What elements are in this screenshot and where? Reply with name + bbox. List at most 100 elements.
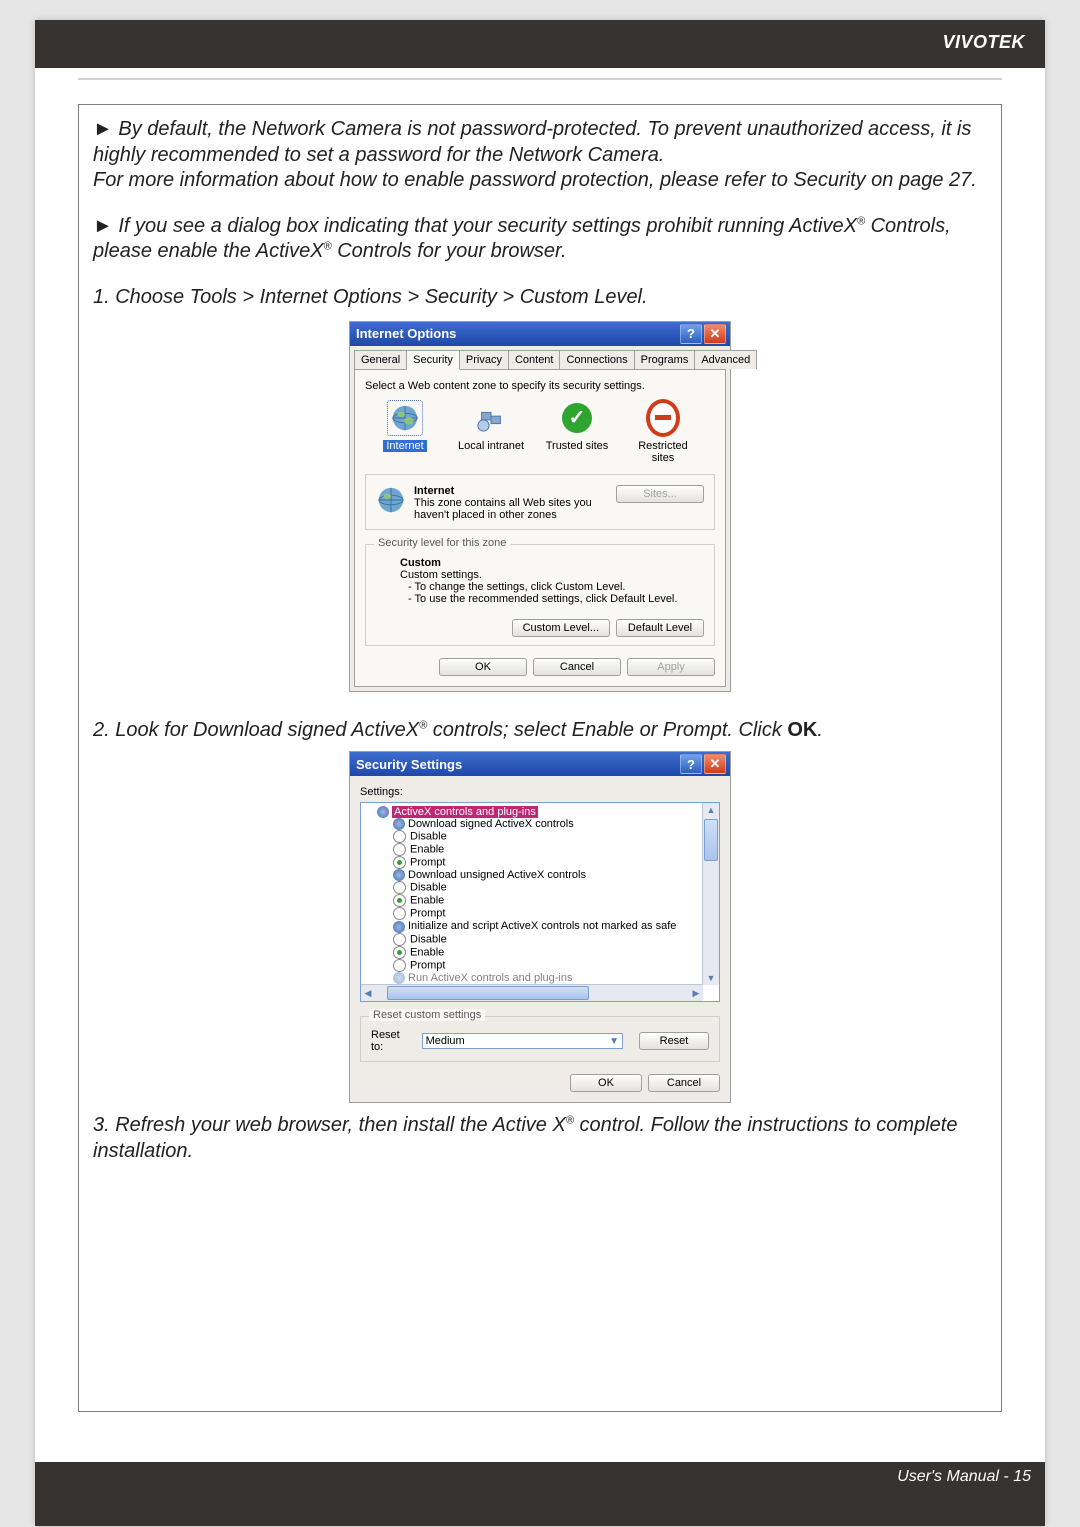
bullet-2-pre: If you see a dialog box indicating that … — [118, 215, 857, 237]
help-icon[interactable]: ? — [680, 754, 702, 774]
step-3-pre: 3. Refresh your web browser, then instal… — [93, 1114, 566, 1136]
gear-icon — [393, 972, 405, 984]
step-1: 1. Choose Tools > Internet Options > Sec… — [93, 285, 987, 311]
dialog-titlebar[interactable]: Internet Options ? ✕ — [350, 322, 730, 346]
tab-body: Select a Web content zone to specify its… — [354, 370, 726, 687]
trusted-icon: ✓ — [559, 400, 595, 436]
globe-icon — [376, 485, 406, 518]
apply-button[interactable]: Apply — [627, 658, 715, 676]
security-level-legend: Security level for this zone — [374, 537, 510, 549]
ok-button[interactable]: OK — [439, 658, 527, 676]
dialog-titlebar[interactable]: Security Settings ? ✕ — [350, 752, 730, 776]
tab-programs[interactable]: Programs — [634, 350, 696, 369]
scrollbar-vertical[interactable]: ▲ ▼ — [702, 803, 719, 985]
restricted-icon — [645, 400, 681, 436]
scroll-up-icon[interactable]: ▲ — [704, 803, 718, 817]
custom-line2: - To use the recommended settings, click… — [400, 593, 700, 605]
step-2-end: . — [817, 719, 823, 741]
tab-security[interactable]: Security — [406, 350, 460, 370]
radio-disable[interactable] — [393, 830, 406, 843]
radio-enable[interactable] — [393, 843, 406, 856]
zone-restricted[interactable]: Restricted sites — [627, 400, 699, 464]
brand-logo: VIVOTEK — [942, 32, 1025, 53]
scroll-right-icon[interactable]: ▶ — [689, 986, 703, 1000]
dialog-title: Internet Options — [356, 326, 456, 341]
item-init-script: Initialize and script ActiveX controls n… — [408, 920, 676, 932]
ok-button[interactable]: OK — [570, 1074, 642, 1092]
zone-info-title: Internet — [414, 485, 608, 497]
bullet-2: If you see a dialog box indicating that … — [93, 214, 987, 265]
zone-internet[interactable]: Internet — [369, 400, 441, 464]
page-header: VIVOTEK — [35, 20, 1045, 68]
tab-general[interactable]: General — [354, 350, 407, 369]
bullet-1-text-b: For more information about how to enable… — [93, 169, 977, 191]
close-icon[interactable]: ✕ — [704, 754, 726, 774]
note-box: By default, the Network Camera is not pa… — [78, 104, 1002, 1412]
item-run-activex: Run ActiveX controls and plug-ins — [408, 972, 572, 984]
zone-restricted-label: Restricted sites — [627, 440, 699, 464]
reset-fieldset: Reset custom settings Reset to: Medium ▼… — [360, 1016, 720, 1062]
custom-level-button[interactable]: Custom Level... — [512, 619, 610, 637]
bullet-1-text-a: By default, the Network Camera is not pa… — [93, 118, 971, 166]
radio-prompt[interactable] — [393, 856, 406, 869]
intro-text: Select a Web content zone to specify its… — [365, 380, 715, 392]
settings-listbox[interactable]: ActiveX controls and plug-ins Download s… — [360, 802, 720, 1002]
radio-enable[interactable] — [393, 946, 406, 959]
local-intranet-icon — [473, 400, 509, 436]
gear-icon — [377, 806, 389, 818]
custom-title: Custom — [400, 557, 700, 569]
reset-legend: Reset custom settings — [369, 1009, 485, 1021]
scrollbar-horizontal[interactable]: ◀ ▶ — [361, 984, 703, 1001]
tab-privacy[interactable]: Privacy — [459, 350, 509, 369]
scroll-down-icon[interactable]: ▼ — [704, 971, 718, 985]
sites-button[interactable]: Sites... — [616, 485, 704, 503]
scroll-thumb[interactable] — [387, 986, 589, 1000]
zone-trusted-label: Trusted sites — [546, 440, 609, 452]
custom-sub: Custom settings. — [400, 569, 700, 581]
radio-prompt[interactable] — [393, 959, 406, 972]
cancel-button[interactable]: Cancel — [648, 1074, 720, 1092]
help-icon[interactable]: ? — [680, 324, 702, 344]
page-content: By default, the Network Camera is not pa… — [35, 80, 1045, 1462]
globe-icon — [387, 400, 423, 436]
item-download-signed: Download signed ActiveX controls — [408, 818, 574, 830]
zone-internet-label: Internet — [383, 440, 426, 452]
tabs: General Security Privacy Content Connect… — [354, 350, 726, 370]
tab-connections[interactable]: Connections — [559, 350, 634, 369]
step-3: 3. Refresh your web browser, then instal… — [93, 1113, 987, 1164]
bullet-1: By default, the Network Camera is not pa… — [93, 117, 987, 194]
zone-trusted[interactable]: ✓ Trusted sites — [541, 400, 613, 464]
gear-icon — [393, 921, 405, 933]
gear-icon — [393, 818, 405, 830]
item-download-unsigned: Download unsigned ActiveX controls — [408, 869, 586, 881]
custom-line1: - To change the settings, click Custom L… — [400, 581, 700, 593]
default-level-button[interactable]: Default Level — [616, 619, 704, 637]
scroll-left-icon[interactable]: ◀ — [361, 986, 375, 1000]
security-level-fieldset: Security level for this zone Custom Cust… — [365, 544, 715, 646]
reset-value: Medium — [426, 1035, 465, 1047]
dialog-title: Security Settings — [356, 757, 462, 772]
step-2-ok: OK — [787, 719, 817, 741]
group-activex: ActiveX controls and plug-ins — [392, 806, 538, 818]
radio-disable[interactable] — [393, 881, 406, 894]
chevron-down-icon: ▼ — [609, 1036, 619, 1047]
zone-info-desc: This zone contains all Web sites you hav… — [414, 497, 608, 521]
zone-local[interactable]: Local intranet — [455, 400, 527, 464]
step-2-mid: controls; select Enable or Prompt. Click — [427, 719, 787, 741]
tab-content[interactable]: Content — [508, 350, 561, 369]
close-icon[interactable]: ✕ — [704, 324, 726, 344]
cancel-button[interactable]: Cancel — [533, 658, 621, 676]
settings-label: Settings: — [360, 786, 720, 798]
reset-button[interactable]: Reset — [639, 1032, 709, 1050]
radio-disable[interactable] — [393, 933, 406, 946]
reset-select[interactable]: Medium ▼ — [422, 1033, 623, 1049]
tab-advanced[interactable]: Advanced — [694, 350, 757, 369]
bullet-2-end: Controls for your browser. — [332, 240, 567, 262]
zone-local-label: Local intranet — [458, 440, 524, 452]
radio-enable[interactable] — [393, 894, 406, 907]
internet-options-dialog: Internet Options ? ✕ General Security Pr… — [349, 321, 731, 692]
security-settings-dialog: Security Settings ? ✕ Settings: ActiveX … — [349, 751, 731, 1103]
footer-text: User's Manual - 15 — [35, 1462, 1045, 1526]
scroll-thumb[interactable] — [704, 819, 718, 861]
radio-prompt[interactable] — [393, 907, 406, 920]
